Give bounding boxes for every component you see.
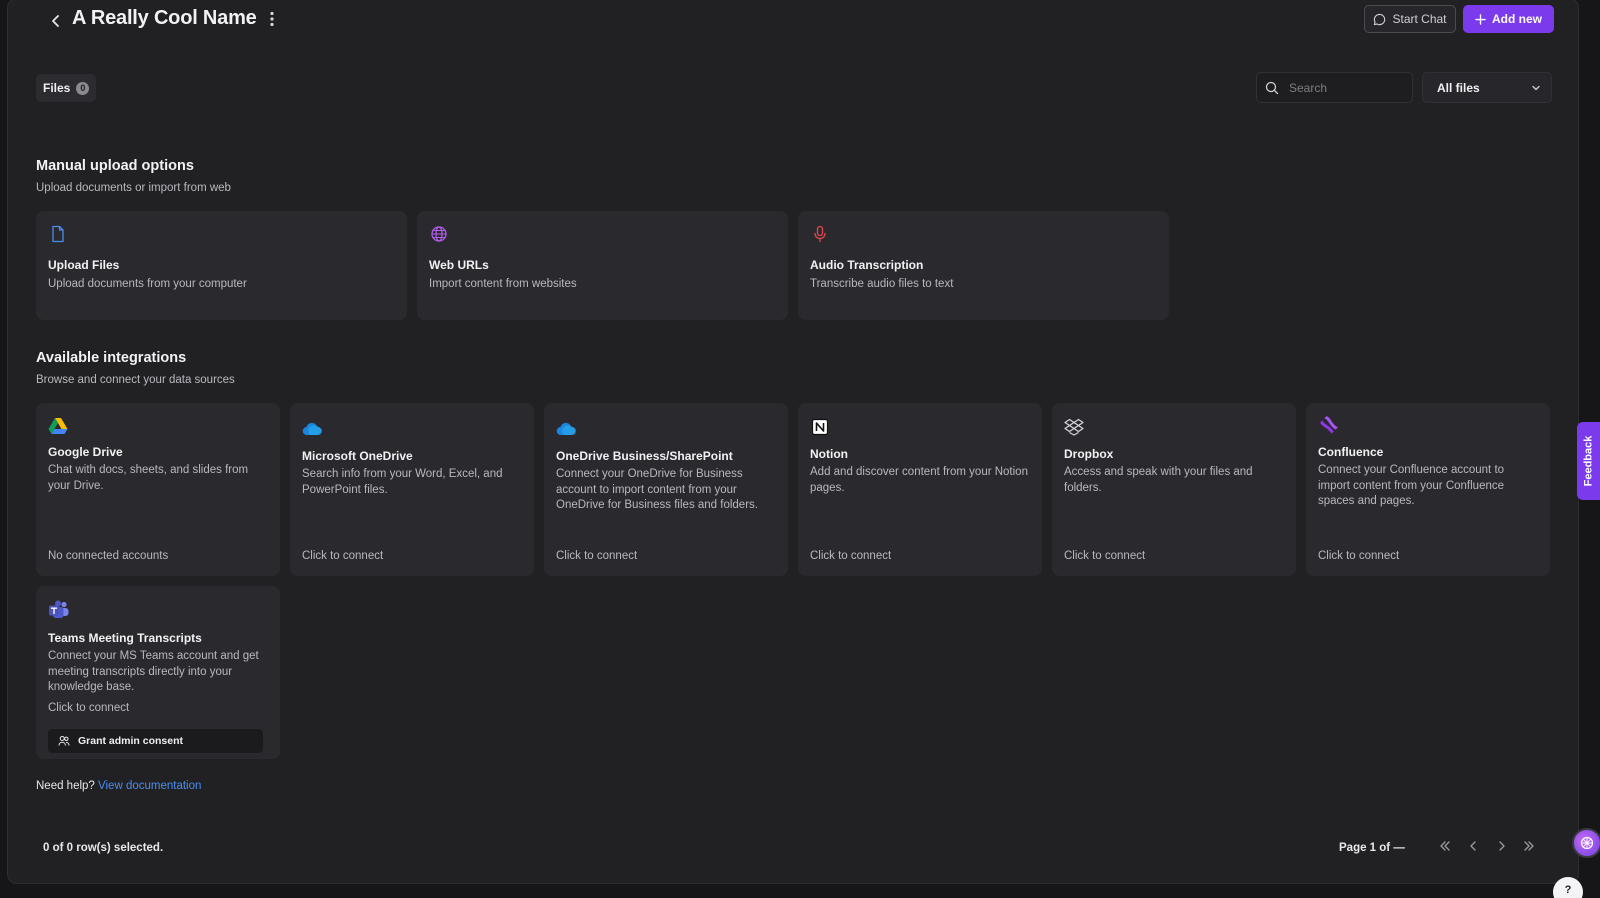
integrations-subtitle: Browse and connect your data sources (36, 374, 235, 386)
card-description: Search info from your Word, Excel, and P… (302, 468, 503, 496)
file-filter-value: All files (1437, 80, 1480, 95)
page-indicator: Page 1 of — (1339, 842, 1405, 854)
card-title: Teams Meeting Transcripts (48, 631, 202, 645)
integration-card-notion[interactable]: Notion Add and discover content from you… (798, 403, 1042, 576)
chevron-left-icon (1470, 841, 1476, 851)
add-new-button[interactable]: Add new (1463, 5, 1554, 33)
start-chat-button[interactable]: Start Chat (1364, 5, 1456, 33)
back-button[interactable] (40, 5, 72, 37)
card-status: Click to connect (1064, 550, 1146, 562)
help-text: Need help? View documentation (36, 780, 201, 792)
card-title: Confluence (1318, 445, 1384, 459)
card-status: Click to connect (48, 702, 130, 714)
card-title: Upload Files (48, 258, 120, 272)
file-filter-select[interactable]: All files (1422, 72, 1552, 103)
grant-admin-consent-button[interactable]: Grant admin consent (48, 729, 263, 753)
teams-icon (48, 600, 70, 620)
tab-files-label: Files (43, 81, 71, 95)
confluence-icon (1318, 416, 1338, 436)
more-options-button[interactable] (260, 5, 284, 33)
add-new-label: Add new (1492, 12, 1542, 26)
card-title: Dropbox (1064, 447, 1114, 461)
plus-icon (1475, 13, 1486, 25)
help-button-label: ? (1564, 884, 1572, 896)
rows-selected-text: 0 of 0 row(s) selected. (43, 842, 164, 854)
integrations-title: Available integrations (36, 350, 187, 366)
web-urls-card[interactable]: Web URLs Import content from websites (417, 211, 788, 320)
feedback-label: Feedback (1582, 435, 1595, 487)
file-icon (48, 224, 68, 244)
grant-admin-consent-label: Grant admin consent (78, 735, 184, 747)
microphone-icon (810, 224, 830, 244)
search-box[interactable] (1256, 72, 1413, 103)
card-status: Click to connect (302, 550, 384, 562)
ai-assistant-button[interactable] (1572, 828, 1600, 858)
onedrive-icon (302, 419, 322, 439)
chevron-left-icon (52, 15, 59, 27)
card-description: Connect your MS Teams account and get me… (48, 650, 259, 693)
card-description: Access and speak with your files and fol… (1064, 466, 1253, 494)
help-button[interactable]: ? (1553, 877, 1583, 898)
page-title: A Really Cool Name (72, 7, 257, 29)
previous-page-button[interactable] (1461, 834, 1485, 858)
search-icon (1265, 81, 1279, 94)
first-page-button[interactable] (1433, 834, 1457, 858)
chevrons-left-icon (1440, 841, 1450, 851)
integration-card-onedrive-business[interactable]: OneDrive Business/SharePoint Connect you… (544, 403, 788, 576)
dropbox-icon (1064, 417, 1084, 437)
integration-card-confluence[interactable]: Confluence Connect your Confluence accou… (1306, 403, 1550, 576)
app-panel: A Really Cool Name Start Chat Add new Fi… (7, 0, 1579, 884)
card-title: Notion (810, 447, 848, 461)
onedrive-business-icon (556, 419, 576, 439)
card-title: Microsoft OneDrive (302, 449, 413, 463)
integration-card-teams[interactable]: Teams Meeting Transcripts Connect your M… (36, 586, 280, 759)
manual-upload-subtitle: Upload documents or import from web (36, 182, 231, 194)
last-page-button[interactable] (1517, 834, 1541, 858)
integration-card-onedrive[interactable]: Microsoft OneDrive Search info from your… (290, 403, 534, 576)
google-drive-icon (48, 416, 68, 436)
chevron-right-icon (1499, 841, 1505, 851)
users-icon (58, 736, 70, 746)
card-description: Import content from websites (429, 278, 577, 290)
brain-icon (1580, 836, 1594, 850)
integration-card-dropbox[interactable]: Dropbox Access and speak with your files… (1052, 403, 1296, 576)
manual-upload-title: Manual upload options (36, 158, 194, 174)
card-title: Audio Transcription (810, 258, 924, 272)
globe-icon (429, 224, 449, 244)
help-prefix: Need help? (36, 780, 95, 792)
search-input[interactable] (1289, 80, 1399, 95)
start-chat-label: Start Chat (1392, 12, 1447, 26)
chevrons-right-icon (1524, 841, 1534, 851)
card-title: OneDrive Business/SharePoint (556, 449, 733, 463)
tab-files[interactable]: Files 0 (36, 74, 97, 102)
kebab-menu-icon (270, 11, 274, 27)
card-description: Chat with docs, sheets, and slides from … (48, 464, 249, 492)
card-status: Click to connect (810, 550, 892, 562)
card-status: Click to connect (556, 550, 638, 562)
chevron-down-icon (1532, 85, 1540, 90)
card-description: Connect your OneDrive for Business accou… (556, 468, 758, 511)
notion-icon (810, 417, 830, 437)
next-page-button[interactable] (1490, 834, 1514, 858)
card-description: Upload documents from your computer (48, 278, 247, 290)
upload-files-card[interactable]: Upload Files Upload documents from your … (36, 211, 407, 320)
files-count-badge: 0 (76, 81, 90, 95)
card-status: Click to connect (1318, 550, 1400, 562)
integration-card-google-drive[interactable]: Google Drive Chat with docs, sheets, and… (36, 403, 280, 576)
card-title: Web URLs (429, 258, 489, 272)
audio-transcription-card[interactable]: Audio Transcription Transcribe audio fil… (798, 211, 1169, 320)
card-status: No connected accounts (48, 550, 169, 562)
card-description: Add and discover content from your Notio… (810, 466, 1028, 494)
card-title: Google Drive (48, 445, 123, 459)
card-description: Connect your Confluence account to impor… (1318, 464, 1505, 507)
view-documentation-link[interactable]: View documentation (98, 780, 201, 792)
chat-bubble-icon (1374, 13, 1386, 25)
card-description: Transcribe audio files to text (810, 278, 954, 290)
feedback-tab[interactable]: Feedback (1577, 422, 1600, 500)
